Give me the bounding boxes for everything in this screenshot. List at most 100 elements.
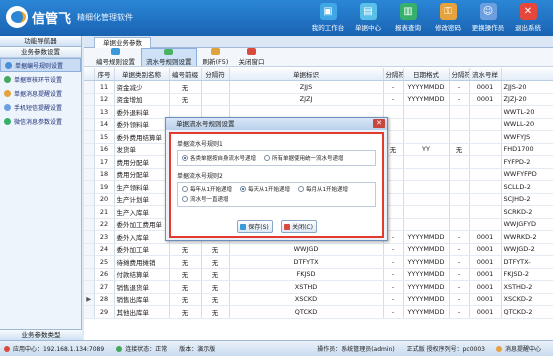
table-row[interactable]: 25 待摊费用摊销无无 DTFYTX - YYYYMMDD -0001 DTFYTX- xyxy=(84,255,553,269)
cell-sep3: - xyxy=(449,280,470,294)
cell-sep3: - xyxy=(449,255,470,269)
row-indicator xyxy=(84,255,95,269)
cell-sep1: 无 xyxy=(201,255,230,269)
topnav-item-5[interactable]: ✕ 退出系统 xyxy=(509,3,547,32)
topnav-item-4[interactable]: ☺ 更换操作员 xyxy=(469,3,507,32)
rule2-option-2[interactable]: 每月从1开始递增 xyxy=(298,185,348,194)
cell-serial xyxy=(469,143,502,156)
cell-date: YYYYMMDD xyxy=(403,280,450,294)
cell-serial xyxy=(469,130,502,144)
cell-sep2: - xyxy=(383,243,404,256)
radio-button[interactable] xyxy=(240,186,246,192)
row-indicator xyxy=(84,268,95,281)
cell-sep3 xyxy=(449,118,470,131)
cell-serial xyxy=(469,193,502,206)
cell-name: 销售出库单 xyxy=(114,293,170,306)
sidebar-item-label: 单据编号规则设置 xyxy=(15,62,64,70)
cell-date xyxy=(403,218,450,231)
cell-sep3: - xyxy=(449,305,470,319)
toolbar-button-1[interactable]: 流水号规则设置 xyxy=(141,48,197,66)
cell-name: 费用分配单 xyxy=(114,168,170,181)
table-row[interactable]: 11 资金减少无 ZJJS - YYYYMMDD -0001 ZJJS-20 xyxy=(84,80,553,94)
sidebar-item-2[interactable]: 单据消息提醒设置 xyxy=(0,86,81,100)
rule2-option-1[interactable]: 每天从1开始递增 xyxy=(240,185,290,194)
topnav-item-3[interactable]: ⚿ 修改密码 xyxy=(429,3,467,32)
table-row[interactable]: 24 委外加工单无无 WWJGD - YYYYMMDD -0001 WWJGD-2 xyxy=(84,243,553,256)
cell-sample: DTFYTX- xyxy=(501,255,553,269)
sidebar-footer[interactable]: 业务参数类型 xyxy=(0,329,82,340)
topnav-label: 更换操作员 xyxy=(471,24,505,32)
sidebar-item-1[interactable]: 单据审核环节设置 xyxy=(0,72,81,86)
rule1-option-1[interactable]: 所有单据使用统一流水号递增 xyxy=(264,153,344,162)
radio-button[interactable] xyxy=(182,186,188,192)
cell-sep2: - xyxy=(383,255,404,269)
sidebar-item-3[interactable]: 手机短信提醒设置 xyxy=(0,100,81,114)
sidebar: 功能导航器 业务参数设置 单据编号规则设置单据审核环节设置 单据消息提醒设置 手机短… xyxy=(0,36,82,340)
cell-date xyxy=(403,193,450,206)
rule2-option-0[interactable]: 每年从1开始递增 xyxy=(182,185,232,194)
row-indicator xyxy=(84,218,95,231)
toolbar-button-0[interactable]: 编号规则设置 xyxy=(92,48,139,66)
cell-name: 资金减少 xyxy=(114,80,170,94)
cell-sep1: 无 xyxy=(201,280,230,294)
topnav-item-2[interactable]: ▥ 报表查询 xyxy=(389,3,427,32)
table-row[interactable]: 26 付款结算单无无 FKJSD - YYYYMMDD -0001 FKJSD-2 xyxy=(84,268,553,281)
toolbar-button-label: 关闭窗口 xyxy=(238,58,265,66)
cell-serial: 0001 xyxy=(469,230,502,244)
row-indicator xyxy=(84,305,95,319)
dialog-title-bar: 单据流水号规则设置 ✕ xyxy=(166,118,387,130)
row-indicator xyxy=(84,93,95,106)
toolbar-button-2[interactable]: 刷新(F5) xyxy=(199,48,233,66)
radio-button[interactable] xyxy=(298,186,304,192)
table-row[interactable]: ▶ 28 销售出库单无无 XSCKD - YYYYMMDD -0001 XSCKD-2 xyxy=(84,293,553,306)
cell-name: 委外入库单 xyxy=(114,230,170,244)
document-icon: ▤ xyxy=(359,3,377,20)
cell-prefix: 无 xyxy=(169,255,202,269)
table-row[interactable]: 12 资金增加无 ZJZJ - YYYYMMDD -0001 ZJZJ-20 xyxy=(84,93,553,106)
toolbar-button-3[interactable]: 关闭窗口 xyxy=(234,48,268,66)
rule2-option-3[interactable]: 流水号一直递增 xyxy=(182,194,229,203)
bell-icon xyxy=(495,345,502,352)
status-license: 正式版 授权序列号：pc0003 xyxy=(407,344,485,353)
cell-serial xyxy=(469,155,502,169)
cell-sep3: - xyxy=(449,80,470,94)
cell-sep3 xyxy=(449,130,470,144)
sidebar-header: 功能导航器 xyxy=(0,36,81,47)
radio-button[interactable] xyxy=(182,195,188,202)
topnav-label: 修改密码 xyxy=(435,24,461,32)
cell-sep2: - xyxy=(383,305,404,319)
toolbar-button-label: 刷新(F5) xyxy=(202,58,229,66)
rule1-option-0[interactable]: 各类单据按自身流水号递增 xyxy=(182,153,256,162)
message-center-link[interactable]: 消息提醒中心 xyxy=(495,344,541,353)
toolbar-icon xyxy=(246,48,256,55)
sidebar-section-title[interactable]: 业务参数设置 xyxy=(0,47,81,58)
exit-icon: ✕ xyxy=(519,3,537,20)
sidebar-item-4[interactable]: 微信消息参数设置 xyxy=(0,114,81,128)
report-icon: ▥ xyxy=(399,3,417,20)
table-row[interactable]: 29 其他出库单无无 QTCKD - YYYYMMDD -0001 QTCKD-2 xyxy=(84,305,553,319)
save-button[interactable]: 保存(S) xyxy=(236,220,273,233)
radio-label: 流水号一直递增 xyxy=(190,196,229,203)
cell-seq: 17 xyxy=(94,155,115,169)
tab-business-params[interactable]: 单据业务参数 xyxy=(94,37,151,48)
cell-serial: 0001 xyxy=(469,80,502,94)
close-button[interactable]: 关闭(C) xyxy=(280,220,317,233)
cell-serial xyxy=(469,118,502,131)
radio-button[interactable] xyxy=(264,154,271,161)
radio-button[interactable] xyxy=(182,154,188,161)
toolbar-icon xyxy=(111,48,120,55)
sidebar-item-0[interactable]: 单据编号规则设置 xyxy=(0,58,81,72)
sidebar-item-icon xyxy=(4,117,11,125)
topnav-item-0[interactable]: ▣ 我的工作台 xyxy=(309,3,347,32)
cell-prefix: 无 xyxy=(169,280,202,294)
cell-serial xyxy=(469,180,502,194)
column-header xyxy=(501,68,553,81)
cell-date xyxy=(403,180,450,194)
key-icon: ⚿ xyxy=(439,3,457,20)
sidebar-item-icon xyxy=(5,61,12,69)
table-row[interactable]: 27 销售退货单无无 XSTHD - YYYYMMDD -0001 XSTHD-2 xyxy=(84,280,553,294)
cell-date: YYYYMMDD xyxy=(403,293,450,306)
cell-sep1: 无 xyxy=(201,243,230,256)
topnav-item-1[interactable]: ▤ 单据中心 xyxy=(349,3,387,32)
dialog-close-icon[interactable]: ✕ xyxy=(373,119,385,128)
